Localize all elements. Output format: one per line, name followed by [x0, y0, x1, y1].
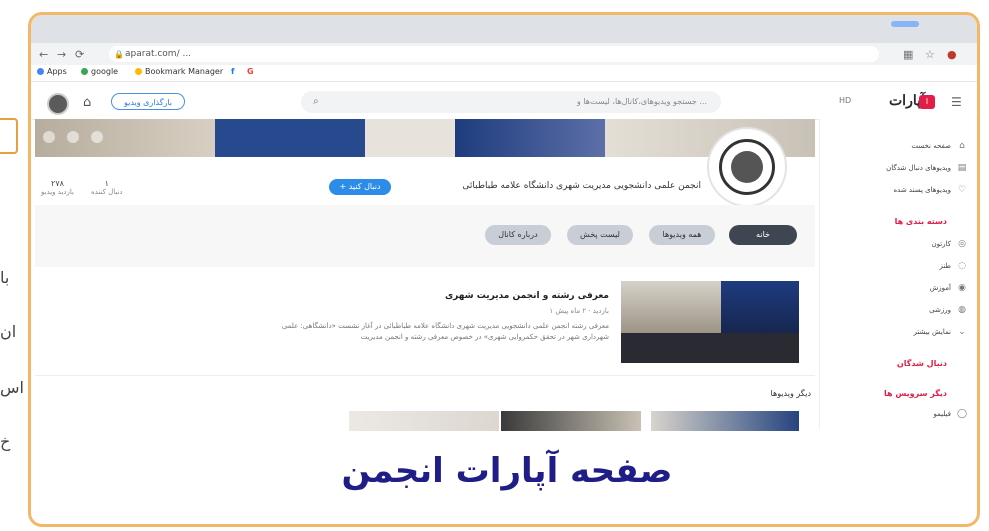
channel-cover: [35, 119, 815, 157]
sidebar-item-liked[interactable]: ویدیوهای پسند شده ♡: [827, 185, 967, 195]
side-text-line: اس: [0, 378, 24, 397]
sidebar-item-cartoon[interactable]: کارتون ◎: [827, 239, 967, 249]
tab-about[interactable]: درباره کانال: [485, 225, 551, 245]
video-description: معرفی رشته انجمن علمی دانشجویی مدیریت شه…: [281, 322, 609, 341]
url-text: aparat.com/ ...: [125, 49, 192, 59]
other-videos-title: دیگر ویدیوها: [770, 389, 811, 398]
side-text-line: ان: [0, 322, 17, 341]
channel-name: انجمن علمی دانشجویی مدیریت شهری دانشگاه …: [462, 181, 701, 191]
video-thumbnail[interactable]: [651, 411, 799, 431]
tab-home[interactable]: خانه: [729, 225, 797, 245]
star-icon[interactable]: ☆: [925, 48, 935, 61]
reload-icon[interactable]: ⟳: [75, 48, 84, 61]
sidebar-item-filimo[interactable]: فیلیمو ◯: [827, 409, 967, 419]
cartoon-icon: ◎: [958, 239, 966, 249]
side-text-line: خ: [0, 432, 11, 451]
video-thumbnail[interactable]: [621, 281, 799, 363]
browser-tab-bar: [31, 15, 977, 43]
sidebar-item-sports[interactable]: ورزشی ◍: [827, 305, 967, 315]
extension-icon[interactable]: ▦: [903, 48, 913, 61]
bookmark-manager[interactable]: Bookmark Manager: [135, 67, 223, 76]
followers-heading: دنبال شدگان: [896, 359, 947, 368]
home-icon[interactable]: ⌂: [83, 95, 91, 110]
profile-icon[interactable]: ●: [947, 48, 957, 61]
forward-icon[interactable]: →: [57, 48, 66, 61]
bookmark-gmail[interactable]: G: [247, 67, 254, 76]
back-icon[interactable]: ←: [39, 48, 48, 61]
video-thumbnail[interactable]: [349, 411, 499, 431]
bookmark-star-icon: [135, 68, 142, 75]
sidebar-item-following[interactable]: ویدیوهای دنبال شدگان ▤: [827, 163, 967, 173]
stat-followers: ۱ دنبال کننده: [91, 179, 123, 196]
follow-button[interactable]: + دنبال کنید: [329, 179, 391, 195]
sidebar-item-comedy[interactable]: طنز ◌: [827, 261, 967, 271]
side-text-line: با: [0, 268, 10, 287]
education-icon: ◉: [958, 283, 966, 293]
edit-icon[interactable]: [43, 131, 55, 143]
search-placeholder: جستجو ویدیوهای،کانال‌ها، لیست‌ها و ...: [576, 97, 707, 106]
search-icon[interactable]: ⌕: [313, 91, 319, 113]
screenshot-frame: ← → ⟳ 🔒 aparat.com/ ... ▦ ☆ ● Apps googl…: [28, 12, 980, 527]
bookmark-apps[interactable]: Apps: [37, 67, 67, 76]
comedy-icon: ◌: [958, 261, 966, 271]
google-icon: [81, 68, 88, 75]
aparat-logo-icon: ا: [919, 95, 935, 109]
search-input[interactable]: ⌕ جستجو ویدیوهای،کانال‌ها، لیست‌ها و ...: [301, 91, 721, 113]
services-heading: دیگر سرویس ها: [884, 389, 947, 398]
bookmark-google[interactable]: google: [81, 67, 118, 76]
video-title[interactable]: معرفی رشته و انجمن مدیریت شهری: [341, 291, 609, 301]
tab-all-videos[interactable]: همه ویدیوها: [649, 225, 715, 245]
video-meta: ۱ بازدید · ۲ ماه پیش: [549, 307, 609, 315]
stat-views: ۲۷۸ بازدید ویدیو: [41, 179, 74, 196]
sidebar-item-education[interactable]: آموزش ◉: [827, 283, 967, 293]
menu-icon[interactable]: ☰: [951, 95, 962, 109]
page-caption: صفحه آپارات انجمن: [341, 451, 673, 491]
heart-icon: ♡: [957, 185, 967, 195]
share-icon[interactable]: [67, 131, 79, 143]
lock-icon: 🔒: [114, 50, 124, 59]
browser-tab[interactable]: [891, 21, 919, 27]
quality-toggle[interactable]: HD: [839, 96, 851, 105]
filimo-icon: ◯: [957, 409, 968, 419]
channel-logo[interactable]: [707, 127, 787, 207]
bookmark-icon: [0, 118, 18, 154]
avatar[interactable]: [47, 93, 69, 115]
sidebar-item-show-more[interactable]: نمایش بیشتر ⌄: [827, 327, 967, 337]
video-thumbnail[interactable]: [501, 411, 641, 431]
url-field[interactable]: 🔒 aparat.com/ ...: [109, 46, 879, 62]
home-icon: ⌂: [959, 141, 965, 151]
subscriptions-icon: ▤: [957, 163, 967, 173]
tab-playlists[interactable]: لیست پخش: [567, 225, 633, 245]
sidebar-item-home[interactable]: صفحه نخست ⌂: [827, 141, 967, 151]
chevron-down-icon: ⌄: [958, 327, 966, 337]
categories-heading: دسته بندی ها: [894, 217, 947, 226]
bookmark-facebook[interactable]: f: [231, 67, 234, 76]
settings-icon[interactable]: [91, 131, 103, 143]
sports-icon: ◍: [958, 305, 966, 315]
upload-video-button[interactable]: بارگذاری ویدیو: [111, 93, 185, 110]
apps-icon: [37, 68, 44, 75]
